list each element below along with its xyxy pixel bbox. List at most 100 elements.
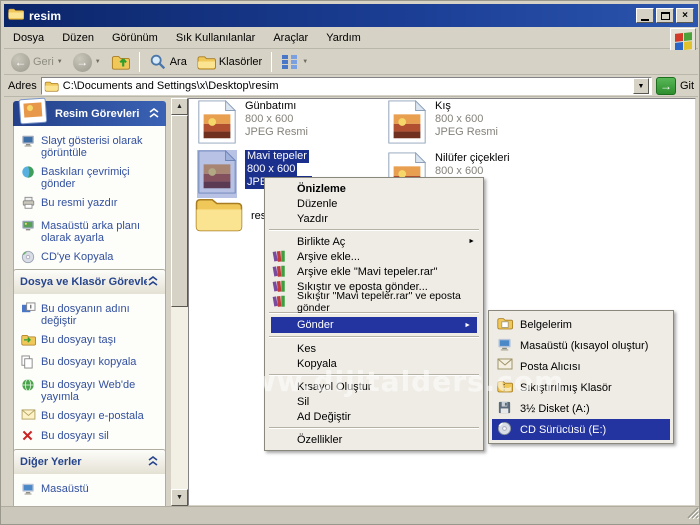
submenu-arrow-icon: ► [468, 238, 475, 245]
menu-duzen[interactable]: Düzen [53, 29, 103, 47]
file-tile-gunbatimi[interactable]: Günbatımı 800 x 600 JPEG Resmi [197, 99, 308, 148]
menu-item-arsive-ekle[interactable]: Arşive ekle... [267, 249, 481, 264]
file-tasks-panel: Dosya ve Klasör Görevleri Bu dosyanın ad… [13, 269, 166, 459]
address-label: Adres [8, 80, 37, 92]
menu-item-ozellikler[interactable]: Özellikler [267, 432, 481, 447]
panel-title: Dosya ve Klasör Görevleri [20, 276, 147, 288]
file-type: JPEG Resmi [435, 126, 498, 138]
scroll-up-button[interactable]: ▲ [171, 98, 188, 115]
menu-item-gonder[interactable]: Gönder ► [271, 317, 477, 333]
move-icon [21, 333, 36, 349]
menu-item-sikistir-rar-eposta[interactable]: Sıkıştır "Mavi tepeler.rar" ve eposta gö… [267, 290, 481, 314]
menu-item-kisayol-olustur[interactable]: Kısayol Oluştur [267, 379, 481, 394]
task-print-picture[interactable]: Bu resmi yazdır [21, 196, 161, 213]
task-delete-file[interactable]: Bu dosyayı sil [21, 430, 161, 445]
task-order-prints[interactable]: Baskıları çevrimiçi gönder [21, 166, 161, 190]
picture-tasks-panel: Resim Görevleri Slayt gösterisi olarak g… [13, 97, 166, 281]
scrollbar-thumb[interactable] [171, 115, 188, 307]
views-dropdown-icon[interactable]: ▼ [302, 59, 308, 65]
floppy-disk-icon [497, 400, 512, 418]
titlebar[interactable]: resim × [4, 4, 698, 27]
delete-icon [21, 429, 36, 445]
menu-item-duzenle[interactable]: Düzenle [267, 196, 481, 211]
views-button[interactable]: ▼ [278, 53, 311, 71]
menu-separator [269, 374, 479, 376]
menu-dosya[interactable]: Dosya [4, 29, 53, 47]
menu-separator [269, 336, 479, 338]
task-move-file[interactable]: Bu dosyayı taşı [21, 334, 161, 349]
menubar: Dosya Düzen Görünüm Sık Kullanılanlar Ar… [4, 27, 698, 49]
sendto-posta-alicisi[interactable]: Posta Alıcısı [492, 356, 670, 377]
context-menu: Önizleme Düzenle Yazdır Birlikte Aç ► Arş… [264, 177, 484, 451]
toolbar-separator [138, 52, 140, 72]
file-dims: 800 x 600 [245, 163, 298, 176]
menu-item-arsive-ekle-rar[interactable]: Arşive ekle "Mavi tepeler.rar" [267, 264, 481, 279]
picture-tasks-icon [18, 97, 50, 130]
sendto-cd-surucusu[interactable]: CD Sürücüsü (E:) [492, 419, 670, 440]
go-button[interactable]: → [655, 77, 676, 95]
back-dropdown-icon[interactable]: ▼ [57, 59, 63, 65]
order-prints-icon [21, 165, 36, 182]
forward-dropdown-icon[interactable]: ▼ [95, 59, 101, 65]
sendto-disket[interactable]: 3½ Disket (A:) [492, 398, 670, 419]
maximize-button[interactable] [656, 8, 674, 23]
back-button[interactable]: ← Geri ▼ [8, 52, 66, 73]
menu-sik-kullanilanlar[interactable]: Sık Kullanılanlar [167, 29, 265, 47]
forward-button[interactable]: → ▼ [70, 52, 104, 73]
sendto-sikistirilmis-klasor[interactable]: Sıkıştırılmış Klasör [492, 377, 670, 398]
copy-icon [21, 355, 36, 372]
up-folder-icon [111, 56, 130, 70]
collapse-chevron-icon[interactable] [147, 275, 159, 289]
close-button[interactable]: × [676, 8, 694, 23]
scroll-down-button[interactable]: ▼ [171, 489, 188, 506]
addressbar: Adres C:\Documents and Settings\x\Deskto… [4, 76, 698, 97]
task-copy-file[interactable]: Bu dosyayı kopyala [21, 355, 161, 372]
up-button[interactable] [108, 52, 133, 72]
collapse-chevron-icon[interactable] [148, 107, 160, 121]
task-slideshow[interactable]: Slayt gösterisi olarak görüntüle [21, 135, 161, 159]
file-name: Mavi tepeler [245, 150, 309, 163]
collapse-chevron-icon[interactable] [147, 455, 159, 469]
task-copy-to-cd[interactable]: CD'ye Kopyala [21, 250, 161, 267]
wallpaper-icon [21, 219, 36, 236]
sidebar-scrollbar[interactable]: ▲ ▼ [171, 98, 188, 506]
sendto-masaustu[interactable]: Masaüstü (kısayol oluştur) [492, 335, 670, 356]
place-desktop[interactable]: Masaüstü [21, 483, 161, 499]
menu-item-kes[interactable]: Kes [267, 341, 481, 356]
views-icon [282, 55, 298, 69]
address-dropdown-button[interactable]: ▼ [632, 78, 649, 94]
menu-item-birlikte-ac[interactable]: Birlikte Aç ► [267, 234, 481, 249]
menu-item-ad-degistir[interactable]: Ad Değiştir [267, 409, 481, 424]
menu-item-kopyala[interactable]: Kopyala [267, 356, 481, 371]
window-folder-icon [8, 7, 25, 25]
file-tasks-header[interactable]: Dosya ve Klasör Görevleri [13, 269, 166, 294]
minimize-button[interactable] [636, 8, 654, 23]
task-set-wallpaper[interactable]: Masaüstü arka planı olarak ayarla [21, 220, 161, 244]
task-rename-file[interactable]: Bu dosyanın adını değiştir [21, 302, 161, 327]
search-button[interactable]: Ara [146, 52, 190, 72]
menu-item-yazdir[interactable]: Yazdır [267, 211, 481, 226]
other-places-panel: Diğer Yerler Masaüstü Resimlerim [13, 449, 166, 507]
picture-tasks-header[interactable]: Resim Görevleri [13, 97, 166, 126]
folder-icon [195, 194, 243, 238]
back-label: Geri [33, 56, 54, 68]
desktop-icon [21, 482, 36, 499]
folders-button[interactable]: Klasörler [194, 53, 265, 71]
toolbar-separator [271, 52, 273, 72]
menu-gorunum[interactable]: Görünüm [103, 29, 167, 47]
menu-item-sil[interactable]: Sil [267, 394, 481, 409]
jpeg-file-icon-selected [197, 149, 237, 198]
resize-grip[interactable] [685, 505, 699, 524]
desktop-shortcut-icon [497, 337, 513, 355]
file-tile-kis[interactable]: Kış 800 x 600 JPEG Resmi [387, 99, 498, 148]
task-publish-web[interactable]: Bu dosyayı Web'de yayımla [21, 378, 161, 403]
back-icon: ← [11, 52, 30, 72]
address-input[interactable]: C:\Documents and Settings\x\Desktop\resi… [40, 77, 652, 95]
mail-recipient-icon [497, 358, 513, 373]
task-email-file[interactable]: Bu dosyayı e-postala [21, 409, 161, 423]
menu-yardim[interactable]: Yardım [317, 29, 370, 47]
menu-araclar[interactable]: Araçlar [264, 29, 317, 47]
other-places-header[interactable]: Diğer Yerler [13, 449, 166, 474]
menu-item-onizleme[interactable]: Önizleme [267, 181, 481, 196]
sendto-belgelerim[interactable]: Belgelerim [492, 314, 670, 335]
